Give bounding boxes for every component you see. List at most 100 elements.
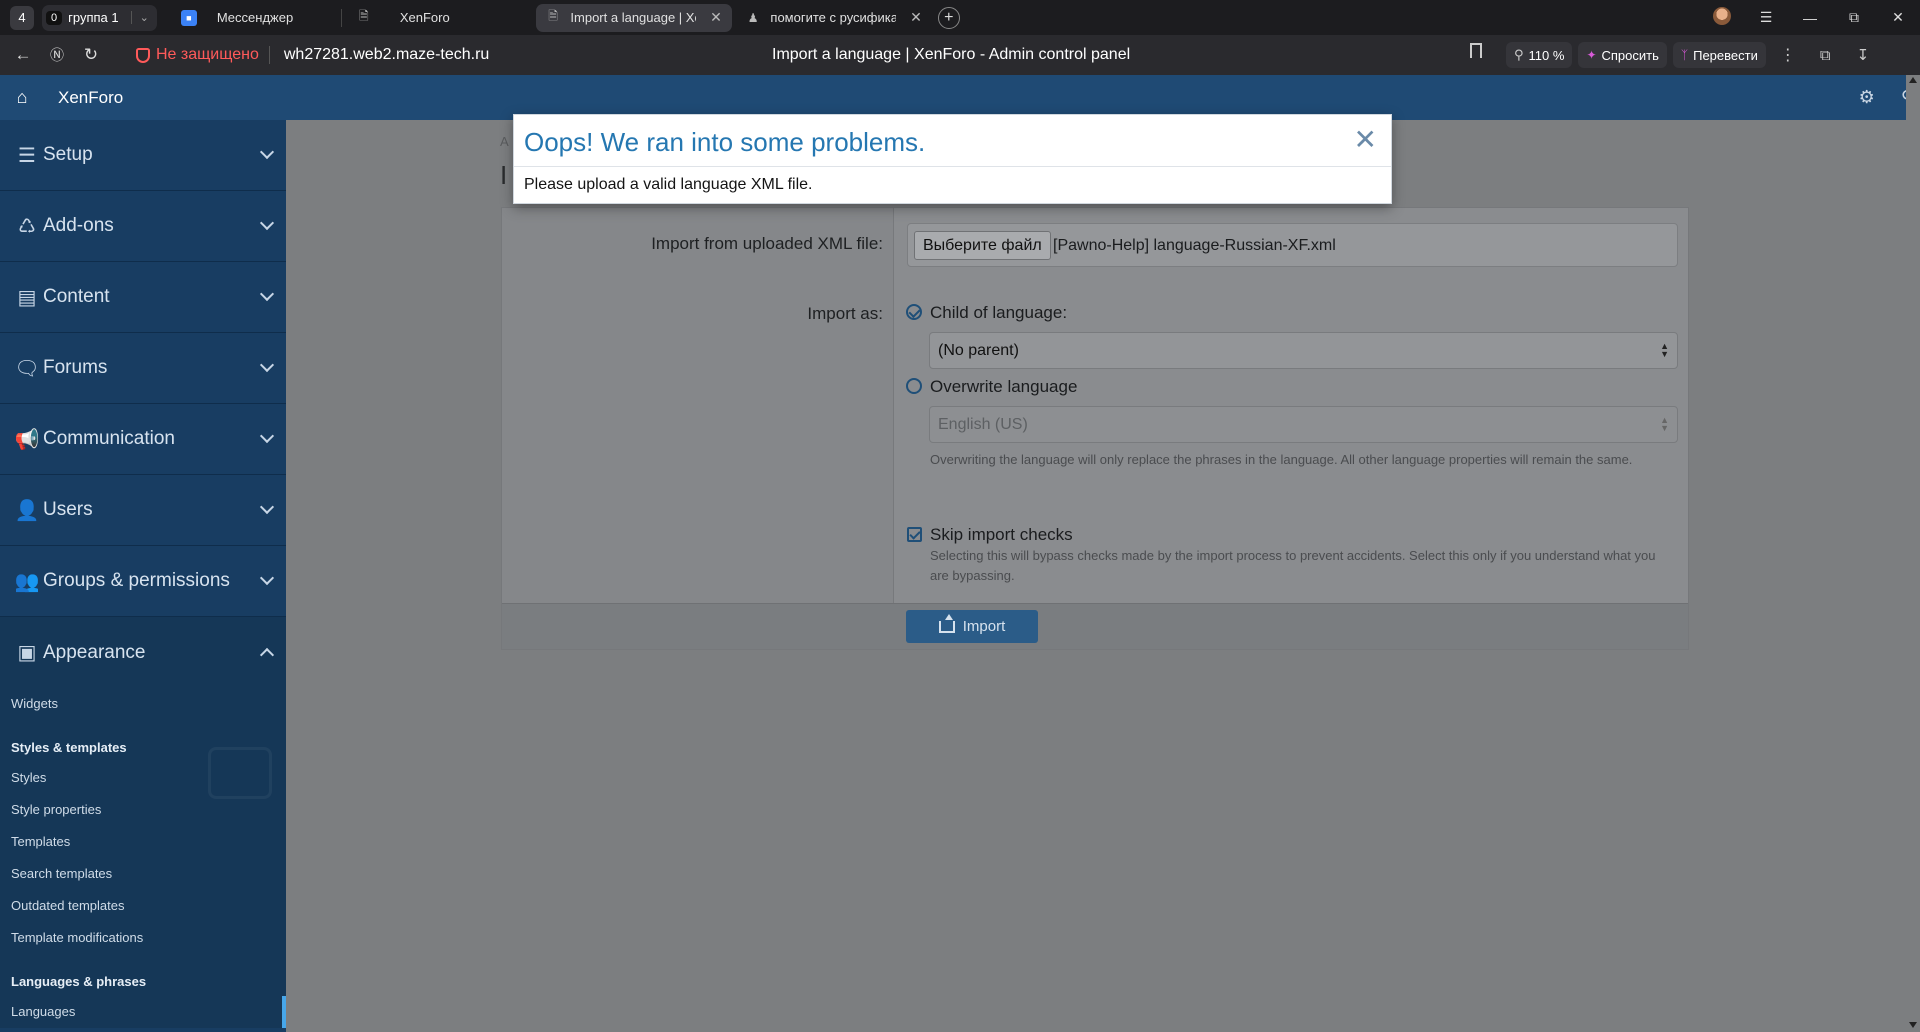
sliders-icon: ☰ [18, 144, 36, 167]
admin-sidebar: ☰ Setup ♺ Add-ons ▤ Content 🗨 Forums 📢 C… [0, 120, 286, 1032]
breadcrumb[interactable]: A [500, 134, 509, 149]
minimize-button[interactable]: — [1788, 10, 1832, 26]
zoom-indicator[interactable]: ⚲ 110 % [1506, 42, 1573, 68]
restore-button[interactable]: ⧉ [1832, 9, 1876, 26]
tab-label: помогите с русификат [770, 10, 897, 25]
chevron-down-icon [259, 286, 275, 302]
image-icon: ▣ [17, 642, 37, 664]
page-icon: 🗎 [359, 9, 369, 23]
new-tab-button[interactable]: + [937, 6, 960, 29]
insecure-label: Не защищено [156, 46, 259, 63]
insecure-indicator[interactable]: Не защищено [136, 46, 259, 64]
overwrite-language-label[interactable]: Overwrite language [930, 377, 1077, 397]
skip-import-checks-label[interactable]: Skip import checks [930, 525, 1073, 545]
chevron-down-icon [259, 499, 275, 515]
nav-section-label: Forums [43, 357, 108, 378]
page-scrollbar[interactable] [1906, 75, 1920, 1032]
nav-section-users[interactable]: 👤 Users [0, 475, 286, 546]
bookmark-icon[interactable] [1470, 43, 1482, 58]
nav-section-addons[interactable]: ♺ Add-ons [0, 191, 286, 262]
messenger-icon: ■ [180, 9, 197, 26]
child-of-language-radio[interactable] [906, 304, 922, 320]
chevron-down-icon[interactable]: ⌄ [130, 11, 149, 24]
user-icon: 👤 [14, 499, 40, 522]
selected-file-name: [Pawno-Help] language-Russian-XF.xml [1053, 237, 1336, 254]
skip-import-checks-checkbox[interactable] [907, 527, 922, 542]
tab-forum-thread[interactable]: ♟ помогите с русификат ✕ [736, 4, 932, 32]
browser-tab-bar: 4 0 группа 1 ⌄ ■ Мессенджер 🗎 XenForo 🗎 … [0, 0, 1920, 35]
profile-avatar-icon[interactable] [1700, 7, 1744, 28]
scroll-up-icon[interactable] [1909, 77, 1917, 83]
upload-icon [938, 613, 955, 633]
yandex-icon[interactable]: Ⓝ [40, 45, 74, 65]
child-of-language-label[interactable]: Child of language: [930, 303, 1067, 323]
more-icon[interactable]: ⋮ [1772, 45, 1804, 65]
tab-count-badge[interactable]: 4 [10, 5, 34, 30]
sidebar-item-templates[interactable]: Templates [0, 826, 286, 858]
comments-icon: 🗨 [14, 357, 40, 380]
import-button[interactable]: Import [906, 610, 1038, 643]
choose-file-button[interactable]: Выберите файл [914, 231, 1051, 260]
zoom-level: 110 % [1528, 47, 1565, 63]
tab-group-count: 0 [46, 10, 63, 25]
tab-group[interactable]: 0 группа 1 ⌄ [42, 4, 157, 31]
close-icon[interactable]: ✕ [910, 9, 922, 26]
collections-icon[interactable]: ⧉ [1810, 47, 1841, 64]
cogs-icon[interactable]: ⚙ [1859, 87, 1875, 108]
scroll-down-icon[interactable] [1909, 1022, 1917, 1028]
tab-xenforo[interactable]: 🗎 XenForo [346, 4, 536, 32]
download-icon[interactable]: ↧ [1847, 46, 1880, 64]
nav-section-label: Add-ons [43, 215, 114, 236]
admin-brand[interactable]: XenForo [58, 88, 123, 108]
nav-section-communication[interactable]: 📢 Communication [0, 404, 286, 475]
megaphone-icon: 📢 [14, 428, 40, 451]
url-divider [268, 46, 270, 64]
overwrite-language-radio[interactable] [906, 378, 922, 394]
reload-icon[interactable]: ↻ [74, 45, 108, 65]
shield-icon [136, 47, 150, 63]
back-arrow-icon[interactable]: ← [6, 45, 40, 65]
translate-label: Перевести [1693, 47, 1758, 63]
skip-import-checks-hint: Selecting this will bypass checks made b… [930, 548, 1656, 583]
subnav-heading-languages: Languages & phrases [11, 974, 147, 989]
close-icon[interactable]: ✕ [710, 9, 722, 26]
page-heading: I [500, 160, 508, 190]
newspaper-icon: ▤ [17, 286, 37, 309]
nav-section-forums[interactable]: 🗨 Forums [0, 333, 286, 404]
translate-icon: ᛉ [1680, 48, 1689, 62]
nav-section-groups-permissions[interactable]: 👥 Groups & permissions [0, 546, 286, 617]
home-icon[interactable]: ⌂ [0, 87, 44, 108]
sidebar-item-widgets[interactable]: Widgets [0, 688, 286, 720]
parent-language-select[interactable]: (No parent) ▲ ▼ [929, 332, 1678, 369]
nav-section-label: Setup [43, 144, 93, 165]
tab-messenger[interactable]: ■ Мессенджер [171, 4, 341, 32]
tab-label: Мессенджер [216, 10, 294, 25]
puzzle-icon: ♺ [18, 215, 36, 238]
menu-icon[interactable]: ☰ [1744, 9, 1788, 26]
overwrite-hint: Overwriting the language will only repla… [930, 452, 1633, 467]
subnav-spacer [0, 720, 286, 734]
sidebar-item-languages[interactable]: Languages [0, 996, 286, 1028]
tab-divider [340, 8, 342, 27]
nav-section-label: Appearance [43, 641, 146, 663]
tab-import-language[interactable]: 🗎 Import a language | Xen ✕ [535, 3, 732, 32]
url-field[interactable]: Не защищено wh27281.web2.maze-tech.ru Im… [136, 40, 1496, 70]
file-upload-field[interactable]: Выберите файл [Pawno-Help] language-Russ… [907, 223, 1678, 267]
nav-section-content[interactable]: ▤ Content [0, 262, 286, 333]
import-language-form: Import from uploaded XML file: Import as… [501, 207, 1689, 650]
error-overlay: Oops! We ran into some problems. ✕ Pleas… [513, 114, 1392, 204]
translate-button[interactable]: ᛉ Перевести [1672, 42, 1766, 68]
close-icon[interactable]: ✕ [1354, 123, 1377, 156]
sidebar-item-search-templates[interactable]: Search templates [0, 858, 286, 890]
chevron-down-icon [259, 428, 275, 444]
ask-button[interactable]: ✦ Спросить [1578, 42, 1667, 68]
close-window-button[interactable]: ✕ [1876, 9, 1920, 26]
tab-label: Import a language | Xen [570, 10, 697, 25]
nav-section-setup[interactable]: ☰ Setup [0, 120, 286, 191]
sidebar-item-template-modifications[interactable]: Template modifications [0, 922, 286, 954]
tab-group-name: группа 1 [68, 10, 119, 25]
sidebar-item-outdated-templates[interactable]: Outdated templates [0, 890, 286, 922]
nav-section-appearance[interactable]: ▣ Appearance [0, 617, 286, 688]
select-arrows-icon: ▲ ▼ [1660, 415, 1669, 433]
import-button-label: Import [962, 618, 1006, 635]
